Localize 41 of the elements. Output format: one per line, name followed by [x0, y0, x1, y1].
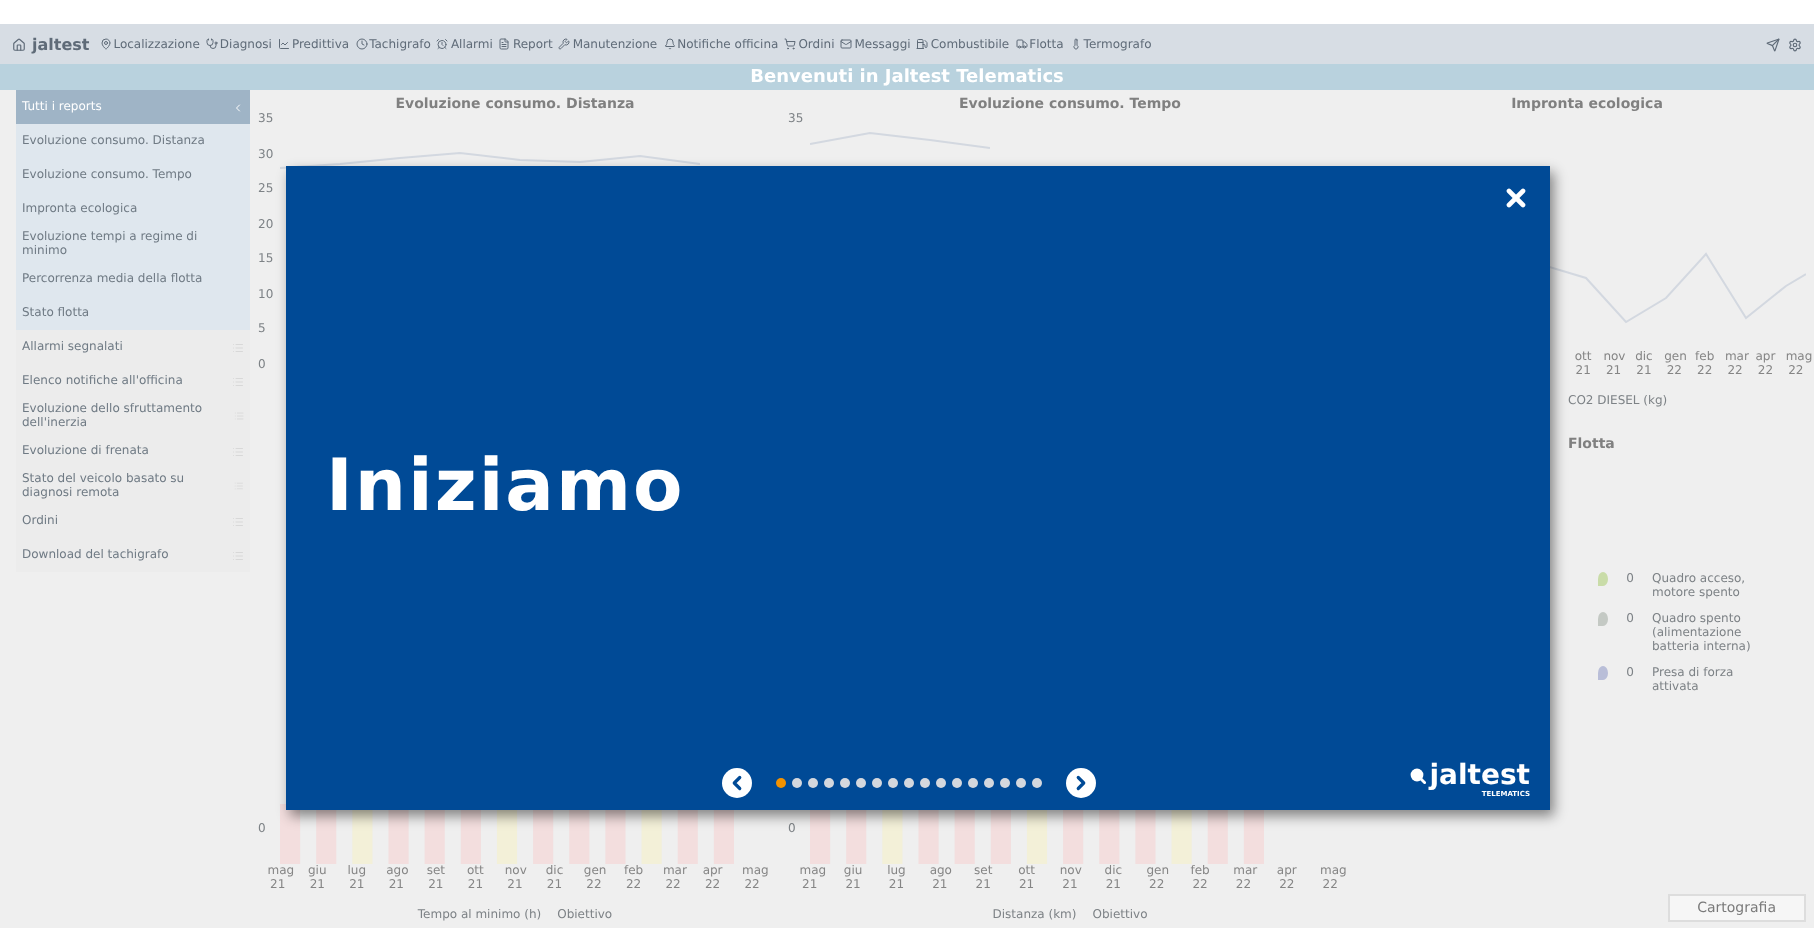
page-dot[interactable]	[936, 778, 946, 788]
dialog-heading: Iniziamo	[326, 446, 685, 528]
page-dot[interactable]	[824, 778, 834, 788]
next-button[interactable]	[1066, 768, 1096, 798]
page-dot[interactable]	[872, 778, 882, 788]
chart-icon	[277, 38, 290, 50]
brand-logo: jaltest	[32, 35, 90, 53]
page-title: Benvenuti in Jaltest Telematics	[0, 64, 1814, 90]
page-dot[interactable]	[840, 778, 850, 788]
alarm-icon	[436, 38, 449, 50]
page-dot[interactable]	[1000, 778, 1010, 788]
page-dot[interactable]	[1032, 778, 1042, 788]
page-dot[interactable]	[984, 778, 994, 788]
magnifier-icon	[1409, 768, 1426, 784]
page-dot[interactable]	[920, 778, 930, 788]
previous-button[interactable]	[722, 768, 752, 798]
page-dot[interactable]	[856, 778, 866, 788]
page-dot[interactable]	[952, 778, 962, 788]
page-dot[interactable]	[776, 778, 786, 788]
pin-icon	[99, 38, 112, 50]
page-dot[interactable]	[888, 778, 898, 788]
document-icon	[498, 38, 511, 50]
fuel-icon	[916, 38, 929, 50]
truck-icon	[1015, 38, 1028, 50]
home-icon[interactable]	[12, 37, 26, 51]
thermometer-icon	[1069, 38, 1082, 50]
page-dot[interactable]	[1016, 778, 1026, 788]
brand-logo: jaltest	[1429, 762, 1530, 790]
settings-icon[interactable]	[1788, 37, 1802, 51]
close-icon[interactable]	[1502, 184, 1530, 212]
page-dot[interactable]	[968, 778, 978, 788]
page-dot[interactable]	[792, 778, 802, 788]
page-dot[interactable]	[904, 778, 914, 788]
page-dot[interactable]	[808, 778, 818, 788]
stethoscope-icon	[205, 38, 218, 50]
wrench-icon	[558, 38, 571, 50]
cart-icon	[784, 38, 797, 50]
send-icon[interactable]	[1766, 37, 1780, 51]
mail-icon	[840, 38, 853, 50]
clock-icon	[355, 38, 368, 50]
bell-icon	[663, 38, 676, 50]
